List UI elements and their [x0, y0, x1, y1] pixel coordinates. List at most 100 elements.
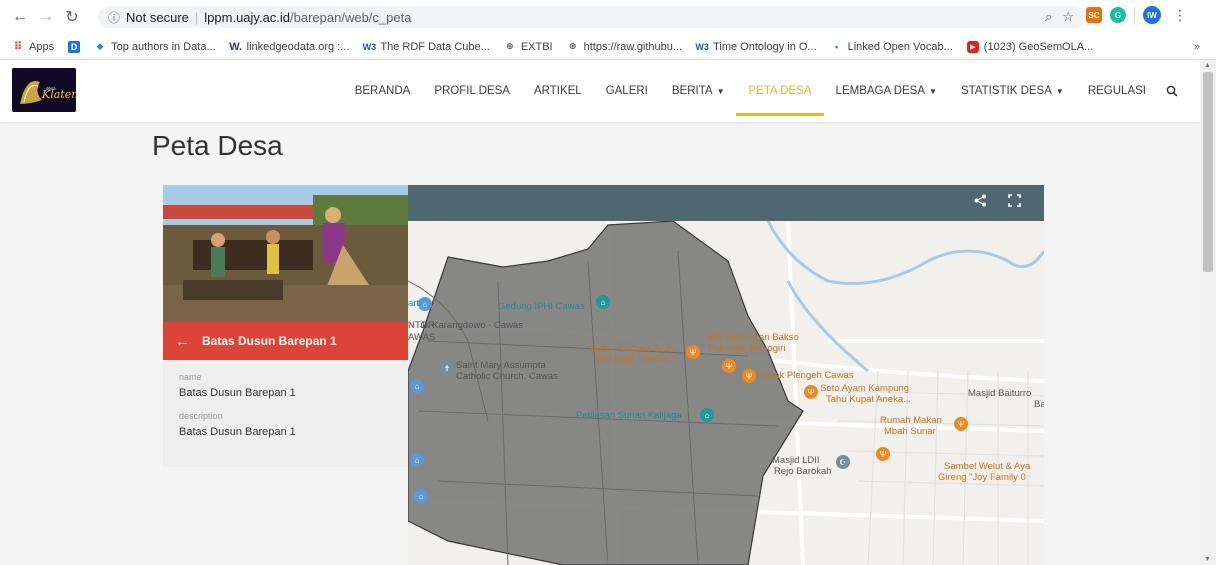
bookmark-blue[interactable]: D — [68, 40, 81, 53]
bookmark-label: Linked Open Vocab... — [847, 40, 953, 53]
poi-pin-icon[interactable]: ⌂ — [596, 295, 610, 309]
nav-statistik-desa[interactable]: STATISTIK DESA ▼ — [949, 60, 1076, 122]
w3-icon: W3 — [695, 41, 709, 52]
scroll-up-icon[interactable]: ▲ — [1204, 62, 1211, 69]
poi-ba: Ba — [1034, 399, 1044, 410]
bookmark-label: https://raw.githubu... — [583, 40, 683, 53]
forward-icon[interactable]: → — [34, 5, 58, 29]
restaurant-icon[interactable]: Ψ — [742, 369, 756, 383]
restaurant-icon[interactable]: Ψ — [954, 417, 968, 431]
grammarly-icon[interactable]: G — [1110, 7, 1126, 23]
extension-sc-icon[interactable]: SC — [1086, 7, 1102, 23]
church-icon[interactable]: ✝ — [440, 361, 454, 375]
bookmark-youtube[interactable]: ▶ (1023) GeoSemOLA... — [966, 40, 1094, 53]
nav-artikel[interactable]: ARTIKEL — [522, 60, 594, 122]
nav-lembaga-desa[interactable]: LEMBAGA DESA ▼ — [824, 60, 949, 122]
scroll-thumb[interactable] — [1203, 72, 1213, 272]
bookmark-label: The RDF Data Cube... — [380, 40, 490, 53]
profile-avatar[interactable]: IW — [1143, 6, 1161, 24]
poi-pak-sigit: Pak Sigit Wonogiri — [708, 343, 786, 354]
nav-peta-desa[interactable]: PETA DESA — [736, 60, 824, 122]
poi-road-label: Jl. Karangdowo - Cawas — [420, 320, 523, 331]
poi-masjid-baiturro[interactable]: Masjid Baiturro — [968, 388, 1031, 399]
poi-pin-icon[interactable]: ⌂ — [414, 489, 428, 503]
w-icon: W. — [229, 40, 243, 53]
poi-bubur-kacang[interactable]: Bubur Kacang Ijo & — [590, 343, 672, 354]
poi-gedung-iphi[interactable]: Gedung IPHI Cawas — [498, 301, 585, 312]
bookmark-top-authors[interactable]: ◆ Top authors in Data... — [94, 41, 216, 53]
poi-mie-ayam[interactable]: Mie Ayam Dan Bakso — [708, 332, 799, 343]
bookmarks-bar: ⠿ Apps D ◆ Top authors in Data... W. lin… — [0, 34, 1216, 60]
w3-icon: W3 — [362, 41, 377, 52]
poi-sambel-welut[interactable]: Sambel Welut & Aya — [944, 461, 1030, 472]
bookmark-extbi[interactable]: ⊕ EXTBI — [504, 41, 553, 53]
nav-beranda[interactable]: BERANDA — [343, 60, 423, 122]
poi-kantor: NTOR — [408, 320, 435, 331]
address-bar[interactable]: ⓘ Not secure | lppm.uajy.ac.id /barepan/… — [98, 6, 1086, 28]
poi-saint-mary[interactable]: Saint Mary Assumpta — [456, 360, 546, 371]
nav-profil-desa[interactable]: PROFIL DESA — [422, 60, 522, 122]
zoom-icon[interactable]: ⌕ — [1045, 9, 1052, 25]
svg-text:desa: desa — [46, 86, 56, 91]
share-icon[interactable] — [974, 194, 987, 210]
globe-icon: ⊕ — [568, 41, 577, 51]
bookmarks-overflow-icon[interactable]: » — [1194, 41, 1200, 53]
village-map[interactable]: ⌂ Gedung IPHI Cawas Jl. Karangdowo - Caw… — [408, 185, 1044, 565]
caret-down-icon: ▼ — [1055, 86, 1064, 96]
nav-label: PETA DESA — [748, 85, 812, 97]
poi-es-doger: Es Doger "RAGIL" — [596, 354, 674, 365]
nav-search-icon[interactable] — [1158, 85, 1186, 97]
poi-masjid-ldii[interactable]: Masjid LDII — [772, 455, 820, 466]
panel-header: ← Batas Dusun Barepan 1 — [163, 322, 408, 360]
bookmark-raw-github[interactable]: ⊕ https://raw.githubu... — [567, 41, 682, 53]
back-arrow-icon[interactable]: ← — [175, 333, 190, 350]
nav-regulasi[interactable]: REGULASI — [1076, 60, 1158, 122]
poi-petilasan-sunan-kalijaga[interactable]: Petilasan Sunan Kalijaga — [576, 410, 682, 421]
security-label: Not secure — [126, 9, 189, 25]
restaurant-icon[interactable]: Ψ — [876, 447, 890, 461]
nav-galeri[interactable]: GALERI — [594, 60, 660, 122]
bookmark-star-icon[interactable]: ☆ — [1062, 9, 1074, 25]
nav-label: STATISTIK DESA — [960, 85, 1052, 97]
poi-pin-icon[interactable]: ⌂ — [418, 297, 432, 311]
globe-icon: ⊕ — [506, 41, 514, 51]
restaurant-icon[interactable]: Ψ — [722, 359, 736, 373]
name-value: Batas Dusun Barepan 1 — [179, 387, 296, 399]
fullscreen-icon[interactable] — [1008, 194, 1021, 210]
page-scrollbar[interactable]: ▲ ▼ — [1200, 60, 1216, 565]
scroll-down-icon[interactable]: ▼ — [1204, 556, 1211, 563]
mosque-icon[interactable]: ☪ — [836, 455, 850, 469]
bookmark-apps[interactable]: ⠿ Apps — [12, 41, 54, 54]
site-logo[interactable]: Klaten desa — [12, 68, 76, 112]
landmark-icon[interactable]: ⌂ — [700, 408, 714, 422]
bookmark-label: Top authors in Data... — [111, 40, 216, 53]
poi-rumah-makan[interactable]: Rumah Makan — [880, 415, 942, 426]
poi-art: art — [408, 298, 420, 309]
poi-steak-plengeh[interactable]: Steak Plengeh Cawas — [760, 370, 853, 381]
menu-kebab-icon[interactable]: ⋮ — [1173, 7, 1187, 24]
site-header: Klaten desa BERANDA PROFIL DESA ARTIKEL … — [0, 60, 1200, 122]
bookmark-time-ontology[interactable]: W3 Time Ontology in O... — [695, 41, 816, 53]
info-icon[interactable]: ⓘ — [108, 9, 120, 26]
nav-label: LEMBAGA DESA — [835, 85, 926, 97]
url-path: /barepan/web/c_peta — [290, 9, 412, 25]
poi-cawas: AWAS — [408, 332, 436, 343]
poi-pin-icon[interactable]: ⌂ — [410, 379, 424, 393]
description-label: description — [179, 411, 223, 421]
poi-pin-icon[interactable]: ⌂ — [410, 453, 424, 467]
toolbar-divider — [1134, 7, 1135, 23]
nav-label: REGULASI — [1087, 85, 1146, 97]
description-value: Batas Dusun Barepan 1 — [179, 426, 296, 438]
bookmark-rdf-data-cube[interactable]: W3 The RDF Data Cube... — [362, 40, 490, 53]
nav-berita[interactable]: BERITA ▼ — [660, 60, 737, 122]
restaurant-icon[interactable]: Ψ — [686, 345, 700, 359]
poi-soto-ayam[interactable]: Soto Ayam Kampung — [820, 383, 909, 394]
reload-icon[interactable]: ↻ — [60, 5, 84, 29]
bookmark-linkedgeodata[interactable]: W. linkedgeodata.org :... — [229, 40, 349, 53]
bookmark-label: EXTBI — [520, 40, 553, 53]
bookmark-lov[interactable]: ▪ Linked Open Vocab... — [831, 41, 953, 53]
back-icon[interactable]: ← — [8, 5, 32, 29]
poi-church-cawas: Catholic Church, Cawas — [456, 371, 558, 382]
restaurant-icon[interactable]: Ψ — [804, 385, 818, 399]
bookmark-label: (1023) GeoSemOLA... — [983, 40, 1094, 53]
